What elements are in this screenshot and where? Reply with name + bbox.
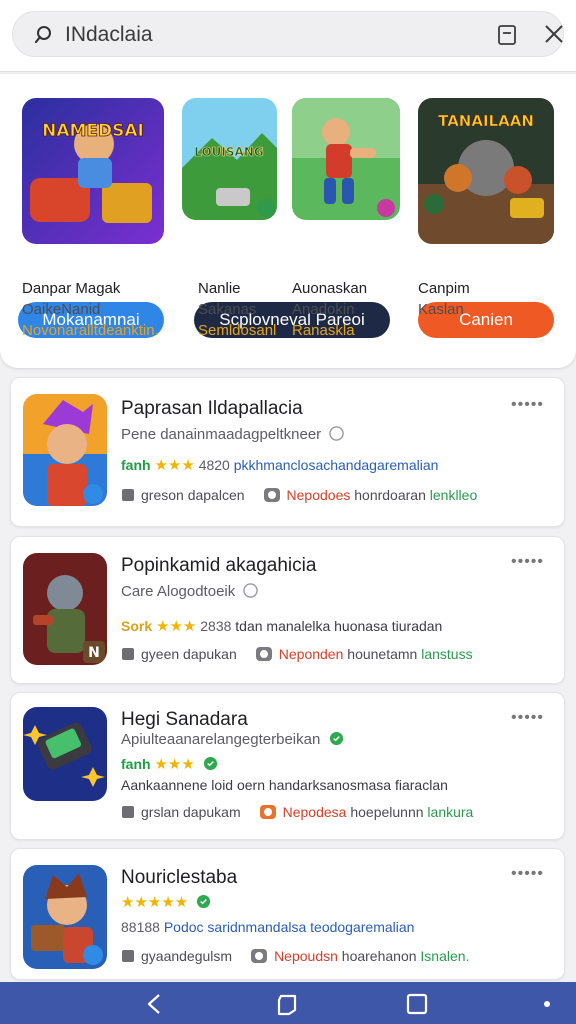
app-icon [23,707,107,801]
more-options-button[interactable]: ••••• [511,396,544,414]
app-card[interactable]: Hegi Sanadara ••••• Apiulteaanarelangegt… [10,692,565,840]
recents-icon [406,993,428,1015]
search-input[interactable] [65,20,465,50]
close-icon[interactable] [543,23,565,45]
more-options-button[interactable]: ••••• [511,553,544,571]
rating-stars: ★★★ [154,756,195,773]
storage-icon [122,648,134,660]
featured-banner-2[interactable]: LOUISANG [182,98,277,220]
more-options-button[interactable]: ••••• [511,709,544,727]
featured-caption-1[interactable]: Danpar Magak OaikeNanid Novonaralltdeank… [22,278,159,341]
search-bar[interactable] [12,11,564,57]
rating-stars: ★★★ [154,457,195,474]
featured-banner-3[interactable] [292,98,400,220]
recording-icon [263,488,280,502]
system-nav-bar [0,982,576,1024]
info-icon [243,583,259,598]
app-description: Aankaannene loid oern handarksanosmasa f… [121,777,448,793]
storage-icon [122,806,134,818]
info-icon [329,426,345,441]
rating-stars: ★★★★★ [121,894,189,911]
recording-icon [255,647,272,661]
app-icon: N [23,553,107,665]
app-icon [23,394,107,506]
app-title[interactable]: Hegi Sanadara [121,709,248,731]
app-rating: Sork ★★★ 2838 tdan manalelka huonasa tiu… [121,618,443,635]
document-icon[interactable] [496,24,518,46]
app-developer[interactable]: Apiulteaanarelangegterbeikan [121,731,344,748]
featured-carousel: NAMEDSAI Mokanamnai LOUISANG Scplovneval… [0,74,576,368]
app-title[interactable]: Popinkamid akagahicia [121,555,316,577]
storage-icon [122,489,134,501]
recording-icon [251,949,268,963]
app-rating: ★★★★★ [121,893,211,911]
recents-button[interactable] [405,992,429,1016]
svg-text:NAMEDSAI: NAMEDSAI [42,121,144,141]
rating-stars: ★★★ [156,618,197,635]
app-title[interactable]: Nouriclestaba [121,867,237,889]
storage-icon [122,950,134,962]
featured-banner-4[interactable]: TANAILAAN [418,98,554,244]
app-description: 88188 Podoc saridnmandalsa teodogaremali… [121,919,415,935]
app-meta: grslan dapukam Nepodesa hoepelunnn lankur… [121,803,473,821]
app-icon [23,865,107,969]
featured-banner-1[interactable]: NAMEDSAI [22,98,164,244]
verified-icon [329,731,343,746]
back-button[interactable] [143,992,167,1016]
home-button[interactable] [275,992,299,1016]
svg-text:LOUISANG: LOUISANG [194,145,263,159]
featured-caption-4[interactable]: Canpim Kaslan [418,278,470,320]
status-dot [544,1001,550,1007]
app-meta: gyaandegulsm Nepoudsn hoarehanon Isnalen. [121,947,469,965]
app-card[interactable]: N Popinkamid akagahicia ••••• Care Alogo… [10,536,565,684]
app-meta: gyeen dapukan Neponden hounetamn lanstuss [121,645,473,663]
verified-icon [197,894,211,909]
app-meta: greson dapalcen Nepodoes honrdoaran lenkl… [121,486,477,504]
featured-caption-3[interactable]: Auonaskan Anadokin Ranaskla [292,278,367,341]
recording-icon [259,805,276,819]
back-icon [147,994,160,1014]
app-card[interactable]: Nouriclestaba ••••• ★★★★★ 88188 Podoc sa… [10,848,565,980]
home-icon [277,994,297,1016]
search-icon[interactable] [33,24,55,46]
app-card[interactable]: Paprasan Ildapallacia ••••• Pene danainm… [10,377,565,527]
verified-icon [203,756,217,771]
app-title[interactable]: Paprasan Ildapallacia [121,398,303,420]
svg-text:TANAILAAN: TANAILAAN [438,112,534,130]
app-developer[interactable]: Pene danainmaadagpeltkneer [121,426,345,443]
app-rating: fanh ★★★ 4820 pkkhmanclosachandagaremali… [121,457,439,474]
app-rating: fanh ★★★ [121,755,218,773]
svg-text:N: N [88,645,100,661]
top-bar [0,0,576,72]
more-options-button[interactable]: ••••• [511,865,544,883]
app-developer[interactable]: Care Alogodtoeik [121,583,259,600]
featured-caption-2[interactable]: Nanlie Sakanas Semldosanl [198,278,276,341]
